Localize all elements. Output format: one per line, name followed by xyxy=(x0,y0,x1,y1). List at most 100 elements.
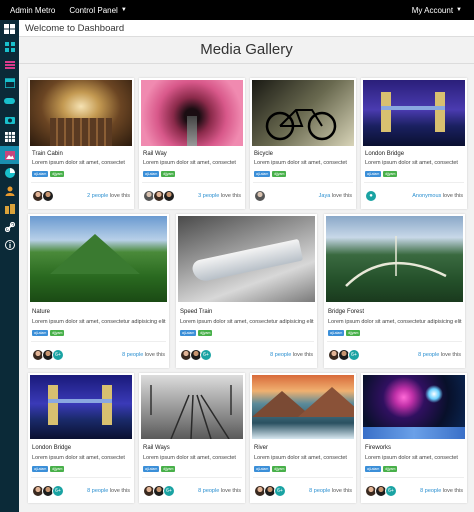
card-footer: 6+ 8 people love this xyxy=(328,348,461,362)
tag-label[interactable]: ajLaiam xyxy=(254,171,271,177)
more-avatars-badge[interactable]: 6+ xyxy=(163,485,175,497)
sidebar-item-camera[interactable] xyxy=(0,110,19,128)
card-description: Lorem ipsum dolor sit amet, consectet xyxy=(365,455,458,461)
anonymous-user-icon[interactable]: ● xyxy=(365,190,377,202)
sidebar-item-windows[interactable] xyxy=(0,20,19,38)
gallery-card-rail-ways[interactable]: Rail Ways Lorem ipsum dolor sit amet, co… xyxy=(139,373,245,503)
card-description: Lorem ipsum dolor sit amet, consectet xyxy=(254,455,347,461)
tag-label[interactable]: ajLaiam xyxy=(32,330,49,336)
card-tags: ajLaiam djjyam xyxy=(180,330,213,336)
tag-label[interactable]: djjyam xyxy=(161,466,176,472)
tag-label[interactable]: ajLaiam xyxy=(180,330,197,336)
link-icon xyxy=(4,222,15,232)
card-divider xyxy=(142,477,242,478)
love-people-link[interactable]: Anonymous xyxy=(412,193,441,199)
bicycle-image xyxy=(252,80,354,146)
gallery-card-nature[interactable]: Nature Lorem ipsum dolor sit amet, conse… xyxy=(28,214,169,368)
sidebar-item-buildings[interactable] xyxy=(0,200,19,218)
card-description: Lorem ipsum dolor sit amet, consectetur … xyxy=(328,319,462,325)
brand-link[interactable]: Admin Metro xyxy=(10,6,55,15)
page-title: Media Gallery xyxy=(200,41,293,58)
love-people-link[interactable]: 8 people xyxy=(420,488,441,494)
sidebar-item-links[interactable] xyxy=(0,218,19,236)
tag-label[interactable]: ajLaiam xyxy=(32,466,49,472)
love-people-link[interactable]: 8 people xyxy=(418,352,439,358)
more-avatars-badge[interactable]: 6+ xyxy=(52,485,64,497)
table-icon xyxy=(4,132,15,142)
sidebar-item-table[interactable] xyxy=(0,128,19,146)
love-people-link[interactable]: 2 people xyxy=(87,193,108,199)
sidebar-item-games[interactable] xyxy=(0,92,19,110)
tag-label[interactable]: djjyam xyxy=(50,171,65,177)
sidebar-item-charts[interactable] xyxy=(0,164,19,182)
gallery-card-bicycle[interactable]: Bicycle Lorem ipsum dolor sit amet, cons… xyxy=(250,78,356,209)
tag-label[interactable]: djjyam xyxy=(383,466,398,472)
tag-label[interactable]: ajLaiam xyxy=(365,466,382,472)
tag-label[interactable]: djjyam xyxy=(346,330,361,336)
card-title: Bicycle xyxy=(254,151,274,157)
tag-label[interactable]: djjyam xyxy=(50,330,65,336)
card-tags: ajLaiam djjyam xyxy=(32,466,65,472)
sidebar-item-gallery[interactable] xyxy=(0,146,19,164)
gallery-card-london-bridge-2[interactable]: London Bridge Lorem ipsum dolor sit amet… xyxy=(28,373,134,503)
card-footer: 3 people love this xyxy=(143,189,241,203)
love-people-link[interactable]: 8 people xyxy=(198,488,219,494)
card-tags: ajLaiam djjyam xyxy=(328,330,361,336)
avatar[interactable] xyxy=(254,190,266,202)
love-people-link[interactable]: 8 people xyxy=(309,488,330,494)
pie-chart-icon xyxy=(4,168,15,178)
love-suffix: love this xyxy=(144,352,165,358)
love-people-link[interactable]: 8 people xyxy=(270,352,291,358)
control-panel-menu[interactable]: Control Panel ▼ xyxy=(69,6,126,15)
bridge-forest-image xyxy=(326,216,463,302)
sidebar-item-info[interactable] xyxy=(0,236,19,254)
more-avatars-badge[interactable]: 6+ xyxy=(385,485,397,497)
sidebar-item-users[interactable] xyxy=(0,182,19,200)
tag-label[interactable]: ajLaiam xyxy=(32,171,49,177)
more-avatars-badge[interactable]: 6+ xyxy=(200,349,212,361)
tag-label[interactable]: ajLaiam xyxy=(143,171,160,177)
more-avatars-badge[interactable]: 6+ xyxy=(274,485,286,497)
love-people-link[interactable]: Jaya xyxy=(319,193,331,199)
list-icon xyxy=(4,61,15,69)
chevron-down-icon: ▼ xyxy=(120,7,127,13)
gallery-card-rail-way[interactable]: Rail Way Lorem ipsum dolor sit amet, con… xyxy=(139,78,245,209)
gallery-card-train-cabin[interactable]: Train Cabin Lorem ipsum dolor sit amet, … xyxy=(28,78,134,209)
gallery-card-fireworks[interactable]: Fireworks Lorem ipsum dolor sit amet, co… xyxy=(361,373,467,503)
more-avatars-badge[interactable]: 6+ xyxy=(348,349,360,361)
account-menu[interactable]: My Account ▼ xyxy=(412,6,462,15)
tag-label[interactable]: ajLaiam xyxy=(254,466,271,472)
card-footer: Jaya love this xyxy=(254,189,352,203)
sidebar-item-list[interactable] xyxy=(0,56,19,74)
tag-label[interactable]: ajLaiam xyxy=(328,330,345,336)
sidebar xyxy=(0,20,19,512)
tag-label[interactable]: ajLaiam xyxy=(143,466,160,472)
tag-label[interactable]: djjyam xyxy=(50,466,65,472)
avatar[interactable] xyxy=(163,190,175,202)
tag-label[interactable]: djjyam xyxy=(161,171,176,177)
sidebar-item-calendar[interactable] xyxy=(0,74,19,92)
love-people-link[interactable]: 8 people xyxy=(87,488,108,494)
tag-label[interactable]: djjyam xyxy=(272,171,287,177)
tag-label[interactable]: djjyam xyxy=(272,466,287,472)
gallery-card-london-bridge[interactable]: London Bridge Lorem ipsum dolor sit amet… xyxy=(361,78,467,209)
love-suffix: love this xyxy=(109,488,130,494)
sidebar-item-grid[interactable] xyxy=(0,38,19,56)
card-divider xyxy=(142,182,242,183)
card-title: London Bridge xyxy=(32,445,72,451)
gallery-card-river[interactable]: River Lorem ipsum dolor sit amet, consec… xyxy=(250,373,356,503)
love-people-link[interactable]: 8 people xyxy=(122,352,143,358)
card-tags: ajLaiam djjyam xyxy=(32,171,65,177)
avatar[interactable] xyxy=(42,190,54,202)
gallery-card-speed-train[interactable]: Speed Train Lorem ipsum dolor sit amet, … xyxy=(176,214,317,368)
more-avatars-badge[interactable]: 6+ xyxy=(52,349,64,361)
gallery-card-bridge-forest[interactable]: Bridge Forest Lorem ipsum dolor sit amet… xyxy=(324,214,465,368)
card-tags: ajLaiam djjyam xyxy=(365,466,398,472)
tag-label[interactable]: djjyam xyxy=(198,330,213,336)
tag-label[interactable]: ajLaiam xyxy=(365,171,382,177)
card-description: Lorem ipsum dolor sit amet, consectetur … xyxy=(32,319,166,325)
love-people-link[interactable]: 3 people xyxy=(198,193,219,199)
love-count: 8 people love this xyxy=(198,488,241,494)
tag-label[interactable]: djjyam xyxy=(383,171,398,177)
london-bridge-image xyxy=(363,80,465,146)
